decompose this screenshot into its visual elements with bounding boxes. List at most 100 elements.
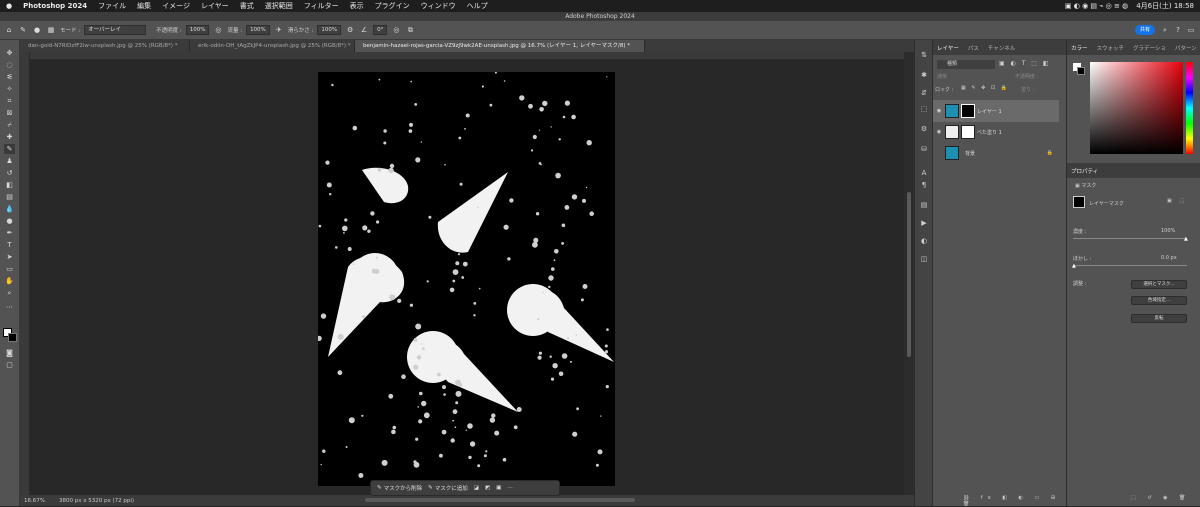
pressure-opacity-icon[interactable]: ◎ xyxy=(213,25,223,35)
feather-slider-handle[interactable]: ▲ xyxy=(1072,263,1076,269)
document-info[interactable]: 3800 px x 5320 px (72 ppi) xyxy=(59,498,134,504)
smooth-field[interactable]: 100% xyxy=(317,25,342,35)
brush-size-icon[interactable]: ● xyxy=(32,25,42,35)
density-slider[interactable] xyxy=(1073,238,1187,239)
layers-footer-icons[interactable]: ⛓ fx ◧ ◐ ▭ ⊞ 🗑 xyxy=(963,495,1066,507)
visibility-eye-icon[interactable]: ◉ xyxy=(933,129,945,135)
more-tools-icon[interactable]: ⋯ xyxy=(4,302,15,312)
angle-field[interactable]: 0° xyxy=(373,25,388,35)
brush-panel-icon[interactable]: ▦ xyxy=(46,25,56,35)
tab-color[interactable]: カラー xyxy=(1071,44,1088,52)
tab-gradients[interactable]: グラデーショ xyxy=(1133,44,1166,52)
density-value[interactable]: 100% xyxy=(1161,228,1175,234)
character-icon[interactable]: A xyxy=(919,168,929,178)
dodge-tool-icon[interactable]: ● xyxy=(4,216,15,226)
layer-mask-thumbnail[interactable] xyxy=(961,104,975,118)
menu-edit[interactable]: 編集 xyxy=(137,1,151,11)
menu-app[interactable]: Photoshop 2024 xyxy=(23,2,87,10)
stamp-tool-icon[interactable]: ♟ xyxy=(4,156,15,166)
shapes-icon[interactable]: ⬚ xyxy=(919,104,929,114)
pressure-size-icon[interactable]: ◎ xyxy=(391,25,401,35)
layer-name[interactable]: べた塗り 1 xyxy=(977,129,1002,136)
color-picker-field[interactable] xyxy=(1090,62,1183,154)
clock[interactable]: 4月6日(土) 18:58 xyxy=(1136,1,1194,11)
subtract-from-mask-button[interactable]: ✎ マスクから削除 xyxy=(377,484,422,492)
layer-row[interactable]: ◉ べた塗り 1 xyxy=(933,121,1059,143)
menu-type[interactable]: 書式 xyxy=(240,1,254,11)
layer-row[interactable]: ◉ レイヤー 1 xyxy=(933,100,1059,122)
healing-tool-icon[interactable]: ✚ xyxy=(4,132,15,142)
density-slider-handle[interactable]: ▲ xyxy=(1184,236,1188,242)
workspace-icon[interactable]: ▭ xyxy=(1186,25,1196,35)
visibility-eye-icon[interactable]: ◉ xyxy=(933,108,945,114)
layer-mask-thumbnail[interactable] xyxy=(961,125,975,139)
mask-options-icon[interactable]: ◪ xyxy=(474,485,479,491)
invert-button[interactable]: 反転 xyxy=(1131,314,1187,323)
type-tool-icon[interactable]: T xyxy=(4,240,15,250)
menu-help[interactable]: ヘルプ xyxy=(467,1,488,11)
smooth-settings-icon[interactable]: ⚙ xyxy=(345,25,355,35)
adjustments-icon[interactable]: ⇵ xyxy=(919,88,929,98)
hand-tool-icon[interactable]: ✋ xyxy=(4,276,15,286)
mode-select[interactable]: オーバーレイ xyxy=(84,25,147,35)
zoom-level[interactable]: 16.67% xyxy=(24,498,45,504)
feather-value[interactable]: 0.0 px xyxy=(1161,255,1177,261)
help-icon[interactable]: ? xyxy=(1173,25,1183,35)
crop-tool-icon[interactable]: ⌗ xyxy=(4,96,15,106)
tab-doc-3[interactable]: benjamin-hazael-rojas-garcia-VZ9zJ9wk2AE… xyxy=(355,40,645,52)
search-icon[interactable]: ⌕ xyxy=(1160,25,1170,35)
brush-tool-icon[interactable]: ✎ xyxy=(4,144,15,154)
info-icon[interactable]: ◫ xyxy=(919,254,929,264)
learn-icon[interactable]: ⚙ xyxy=(919,124,929,134)
plugins-icon[interactable]: ✱ xyxy=(919,70,929,80)
layer-name[interactable]: レイヤー 1 xyxy=(977,108,1002,115)
pen-tool-icon[interactable]: ✒ xyxy=(4,228,15,238)
vertical-ruler[interactable] xyxy=(20,52,30,495)
history-brush-icon[interactable]: ↺ xyxy=(4,168,15,178)
lasso-tool-icon[interactable]: ᓬ xyxy=(4,72,15,82)
apple-menu-icon[interactable]: ● xyxy=(6,2,12,10)
menu-image[interactable]: イメージ xyxy=(162,1,190,11)
quick-mask-icon[interactable]: ◙ xyxy=(4,348,15,358)
paragraph-icon[interactable]: ¶ xyxy=(919,180,929,190)
tab-paths[interactable]: パス xyxy=(968,44,979,52)
tab-channels[interactable]: チャンネル xyxy=(988,44,1015,52)
blend-mode-select[interactable]: 通常 xyxy=(937,73,982,80)
background-color-swatch[interactable] xyxy=(8,333,17,342)
share-button[interactable]: 共有 xyxy=(1135,25,1155,35)
select-and-mask-button[interactable]: 選択とマスク... xyxy=(1131,280,1187,289)
screen-mode-icon[interactable]: ▢ xyxy=(4,360,15,370)
move-tool-icon[interactable]: ✥ xyxy=(4,48,15,58)
tab-doc-2[interactable]: erik-odiin-OH_tAgZkJP4-unsplash.jpg @ 25… xyxy=(190,40,355,52)
layer-row[interactable]: 背景 🔒 xyxy=(933,142,1059,164)
home-icon[interactable]: ⌂ xyxy=(4,25,14,35)
tab-doc-1[interactable]: dan-gold-N7RiDzfF2iw-unsplash.jpg @ 25% … xyxy=(20,40,190,52)
layer-filter-icons[interactable]: ▣ ◐ T ⬚ ◧ xyxy=(999,60,1051,67)
gradient-tool-icon[interactable]: ▤ xyxy=(4,192,15,202)
menu-file[interactable]: ファイル xyxy=(98,1,126,11)
vertical-scrollbar[interactable] xyxy=(904,52,914,495)
invert-mask-icon[interactable]: ◩ xyxy=(485,485,490,491)
more-options-icon[interactable]: ⋯ xyxy=(507,485,513,491)
add-to-mask-button[interactable]: ✎ マスクに追加 xyxy=(428,484,468,492)
menu-filter[interactable]: フィルター xyxy=(304,1,339,11)
eraser-tool-icon[interactable]: ◧ xyxy=(4,180,15,190)
blur-tool-icon[interactable]: 💧 xyxy=(4,204,15,214)
navigator-icon[interactable]: ◐ xyxy=(919,236,929,246)
arrange-icon[interactable]: ⇅ xyxy=(919,50,929,60)
horizontal-scroll-thumb[interactable] xyxy=(365,498,635,502)
path-select-icon[interactable]: ➤ xyxy=(4,252,15,262)
color-bg-swatch[interactable] xyxy=(1077,67,1085,75)
rectangle-tool-icon[interactable]: ▭ xyxy=(4,264,15,274)
airbrush-icon[interactable]: ✈ xyxy=(274,25,284,35)
eyedropper-tool-icon[interactable]: ⌿ xyxy=(4,120,15,130)
menu-select[interactable]: 選択範囲 xyxy=(265,1,293,11)
horizontal-ruler[interactable] xyxy=(30,52,904,60)
vertical-scroll-thumb[interactable] xyxy=(907,192,911,357)
layer-name[interactable]: 背景 xyxy=(965,150,975,157)
tab-patterns[interactable]: パターン xyxy=(1175,44,1197,52)
mask-settings-icon[interactable]: ▣ xyxy=(496,485,501,491)
properties-footer-icons[interactable]: ⬚ ↺ ◉ 🗑 xyxy=(1131,495,1190,501)
document-canvas[interactable] xyxy=(318,72,615,486)
menu-view[interactable]: 表示 xyxy=(350,1,364,11)
